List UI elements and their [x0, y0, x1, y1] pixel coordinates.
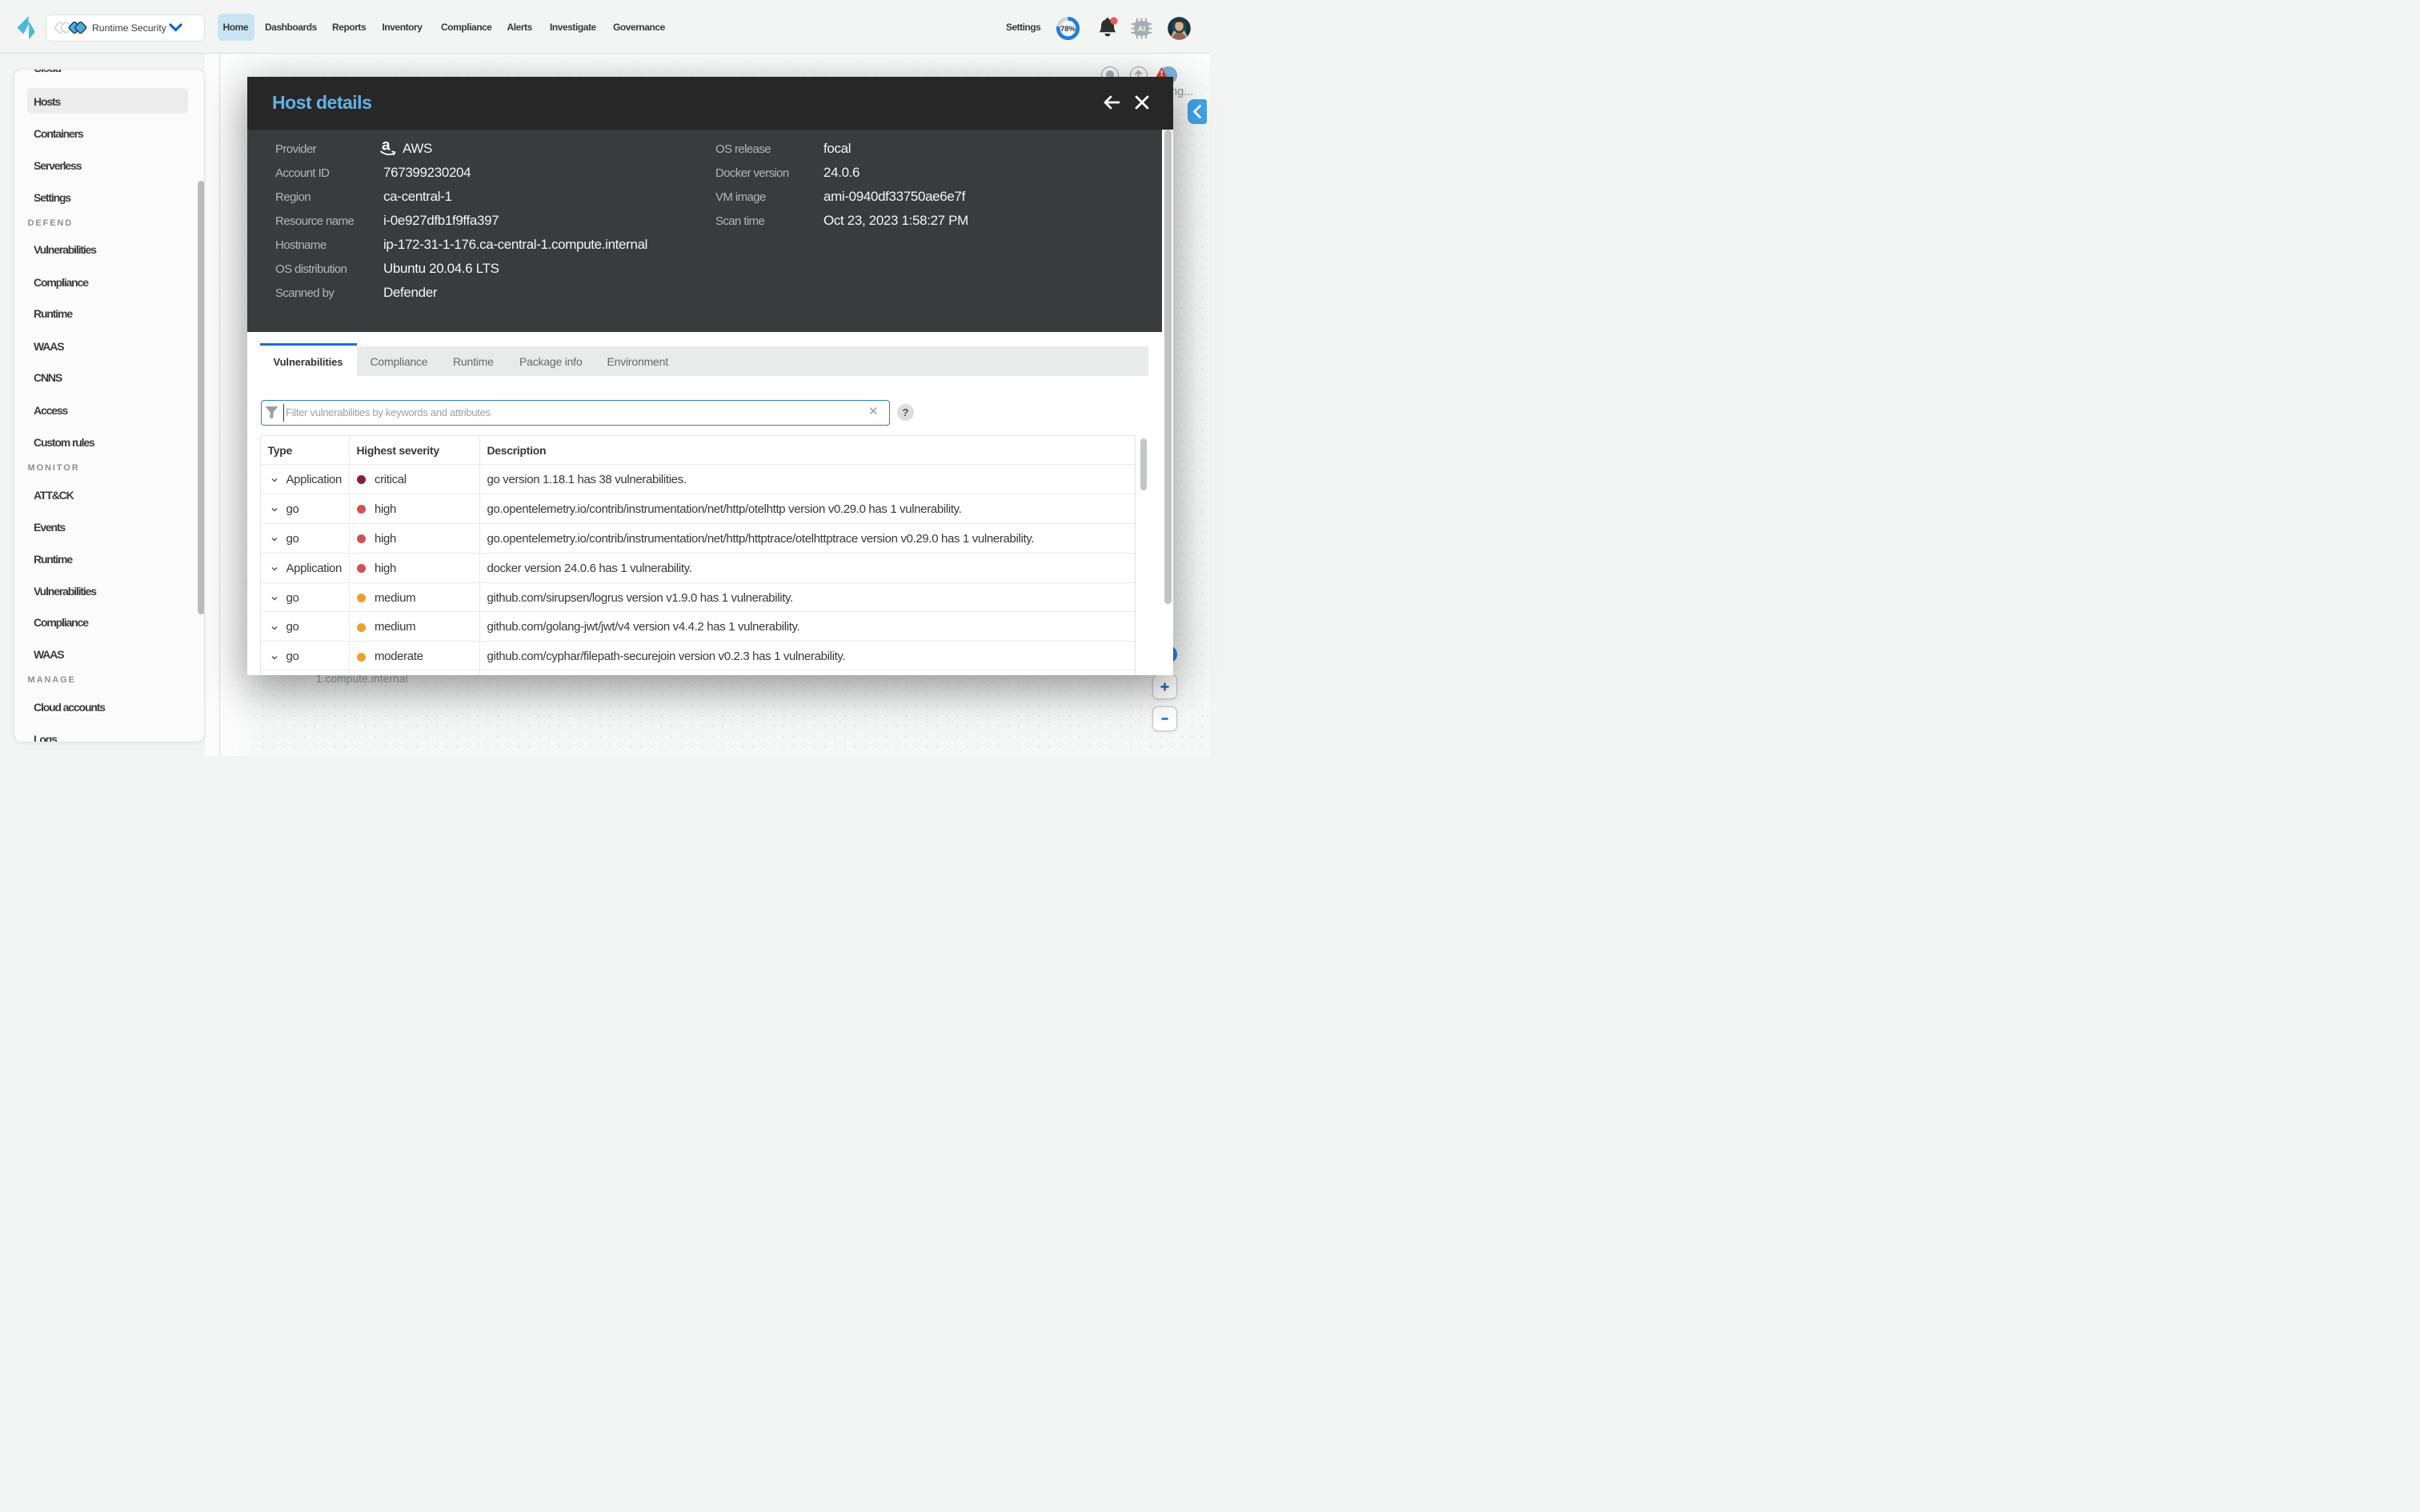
svg-text:AI: AI [1138, 25, 1146, 34]
svg-text:a: a [382, 137, 391, 154]
